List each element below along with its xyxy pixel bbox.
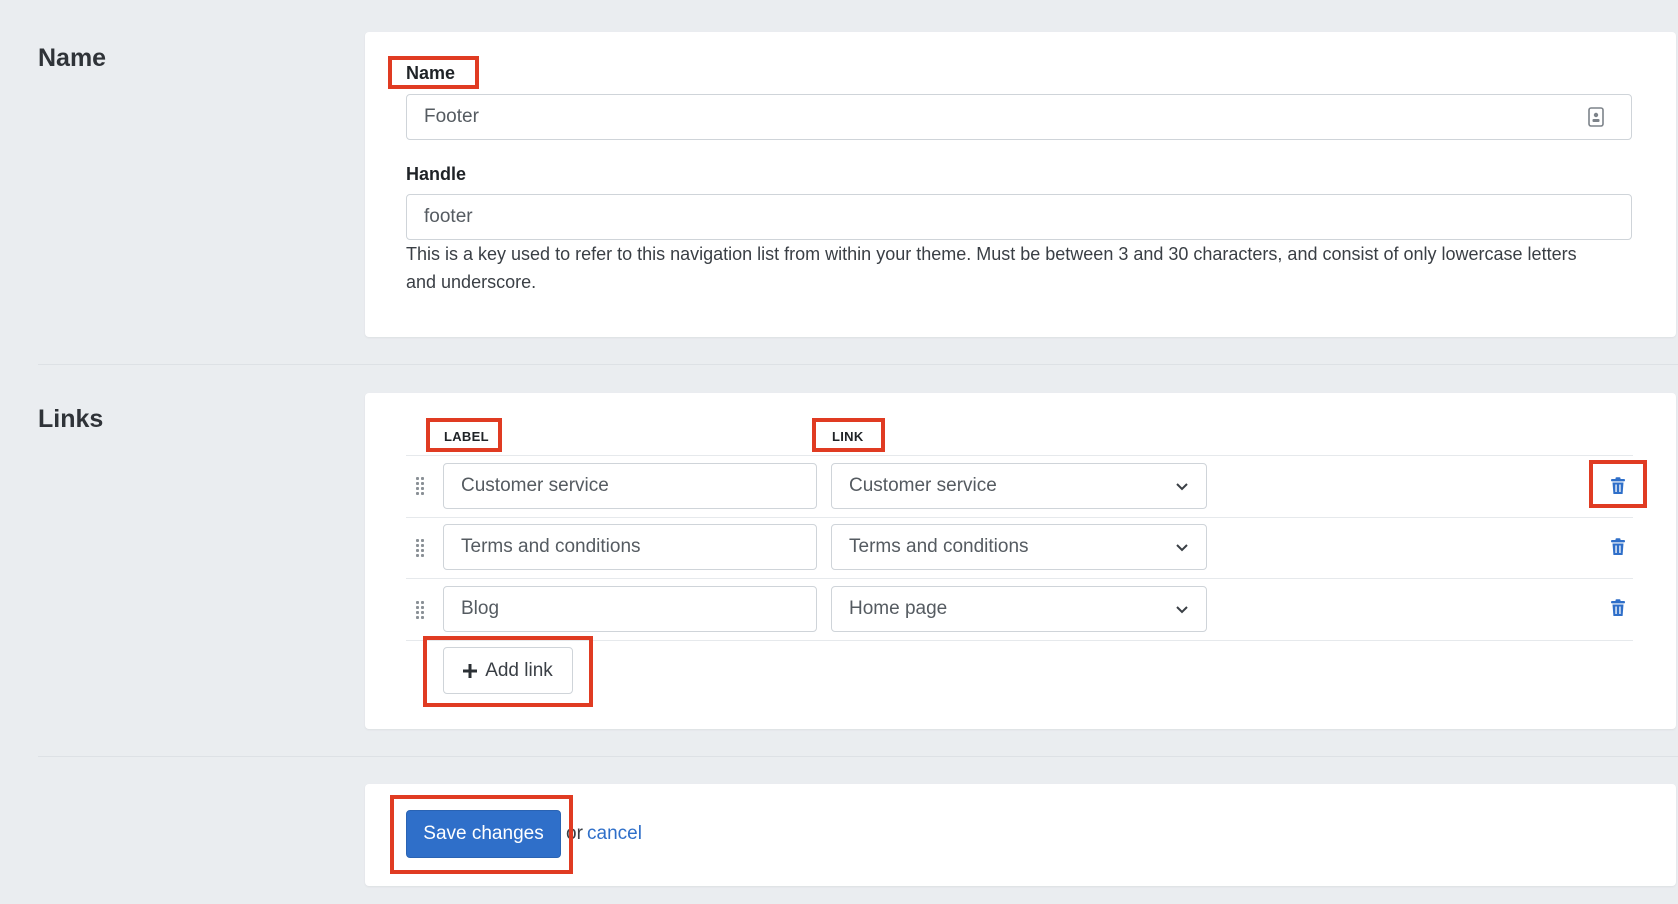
handle-help-text: This is a key used to refer to this navi… [406,244,1577,292]
link-label-input[interactable] [443,586,817,632]
section-divider [38,364,1678,365]
name-field-label: Name [406,63,456,83]
section-title-links: Links [38,405,104,433]
handle-field-label: Handle [406,164,467,184]
plus-icon [463,663,478,678]
trash-icon[interactable] [1610,538,1626,556]
contact-card-icon[interactable] [1588,107,1604,127]
link-target-select[interactable]: Terms and conditions [831,524,1207,570]
section-title-name: Name [38,44,107,72]
select-value: Customer service [849,475,997,496]
trash-icon[interactable] [1610,477,1626,495]
link-label-input[interactable] [443,524,817,570]
cancel-link[interactable]: cancel [587,823,642,845]
row-separator [406,640,1633,641]
section-divider [38,756,1678,757]
link-label-input[interactable] [443,463,817,509]
link-target-select[interactable]: Home page [831,586,1207,632]
trash-icon[interactable] [1610,599,1626,617]
select-value: Terms and conditions [849,536,1029,557]
link-target-select[interactable]: Customer service [831,463,1207,509]
select-value: Home page [849,598,948,619]
drag-handle-icon[interactable] [416,477,426,495]
column-header-label: LABEL [444,429,489,444]
add-link-button[interactable]: Add link [443,647,573,694]
name-input[interactable] [406,94,1632,140]
chevron-down-icon [1176,606,1188,614]
row-separator [406,578,1633,579]
row-separator [406,455,1633,456]
drag-handle-icon[interactable] [416,539,426,557]
or-text: or [566,823,583,844]
chevron-down-icon [1176,483,1188,491]
chevron-down-icon [1176,544,1188,552]
handle-input[interactable] [406,194,1632,240]
add-link-label: Add link [485,659,553,681]
actions-card [365,784,1676,886]
drag-handle-icon[interactable] [416,601,426,619]
column-header-link: LINK [832,429,864,444]
row-separator [406,517,1633,518]
save-changes-button[interactable]: Save changes [406,810,561,858]
